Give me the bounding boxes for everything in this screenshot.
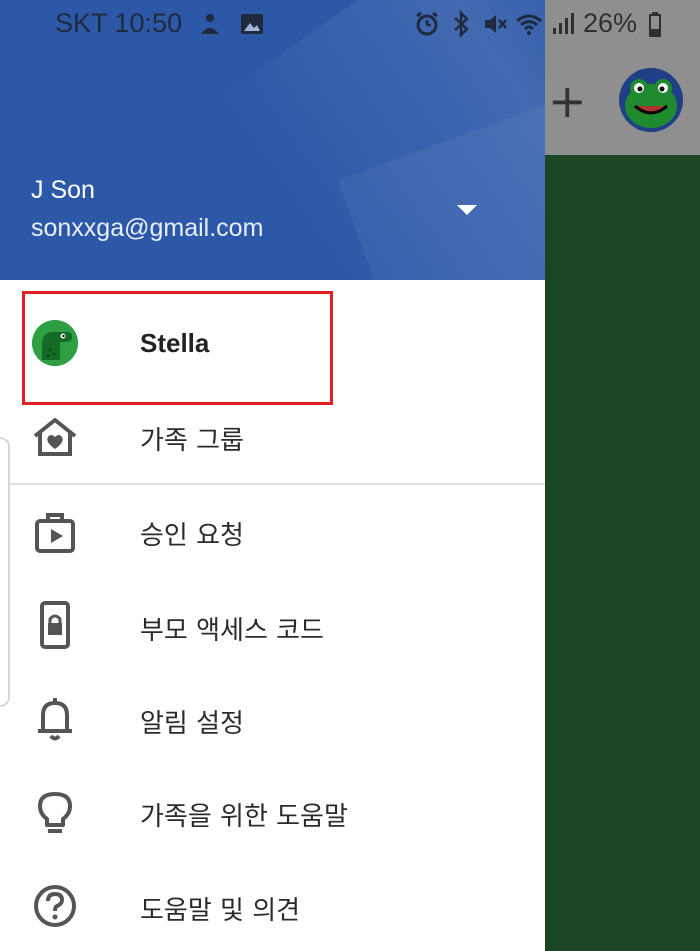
menu-item-family-group[interactable]: 가족 그룹 <box>0 390 545 482</box>
carrier-time: SKT 10:50 <box>55 8 183 38</box>
account-email: sonxxga@gmail.com <box>31 214 264 242</box>
frog-avatar[interactable] <box>619 68 683 132</box>
menu-label: 가족 그룹 <box>140 426 244 456</box>
bluetooth-icon <box>454 9 469 38</box>
lightbulb-icon <box>38 792 72 833</box>
alarm-icon <box>416 11 438 35</box>
menu-item-notification-settings[interactable]: 알림 설정 <box>0 673 545 765</box>
menu-label: 도움말 및 의견 <box>140 896 301 926</box>
battery-icon <box>649 11 662 37</box>
play-store-icon <box>35 513 75 553</box>
menu-label: 승인 요청 <box>140 521 244 551</box>
menu-item-help-feedback[interactable]: 도움말 및 의견 <box>0 860 545 951</box>
status-left: SKT 10:50 <box>55 8 266 39</box>
menu-item-parent-access-code[interactable]: 부모 액세스 코드 <box>0 580 545 672</box>
chevron-down-icon[interactable] <box>453 200 481 220</box>
add-button[interactable]: + <box>548 78 587 124</box>
account-name: J Son <box>31 176 95 204</box>
menu-label: 알림 설정 <box>140 709 244 739</box>
background-content <box>545 155 700 951</box>
family-home-icon <box>33 418 77 456</box>
menu-item-help-for-families[interactable]: 가족을 위한 도움말 <box>0 766 545 858</box>
wifi-icon <box>516 14 542 35</box>
mute-icon <box>485 14 507 33</box>
help-circle-icon <box>34 885 76 927</box>
status-right: 26% <box>413 8 671 39</box>
background-app: + <box>545 0 700 951</box>
phone-lock-icon <box>40 601 70 649</box>
menu-label: 부모 액세스 코드 <box>140 616 324 646</box>
battery-percent: 26% <box>583 8 638 38</box>
selection-highlight <box>22 291 333 405</box>
status-bar: SKT 10:50 26% <box>0 0 700 52</box>
menu-label: 가족을 위한 도움말 <box>140 802 348 832</box>
navigation-drawer: J Son sonxxga@gmail.com Stella 가족 그룹 승인 … <box>0 0 545 951</box>
notification-icon <box>201 13 220 34</box>
edge-scroll-handle[interactable] <box>0 437 10 707</box>
signal-icon <box>553 12 574 34</box>
menu-item-approval-requests[interactable]: 승인 요청 <box>0 485 545 577</box>
bell-icon <box>38 698 72 741</box>
image-icon <box>241 13 264 34</box>
